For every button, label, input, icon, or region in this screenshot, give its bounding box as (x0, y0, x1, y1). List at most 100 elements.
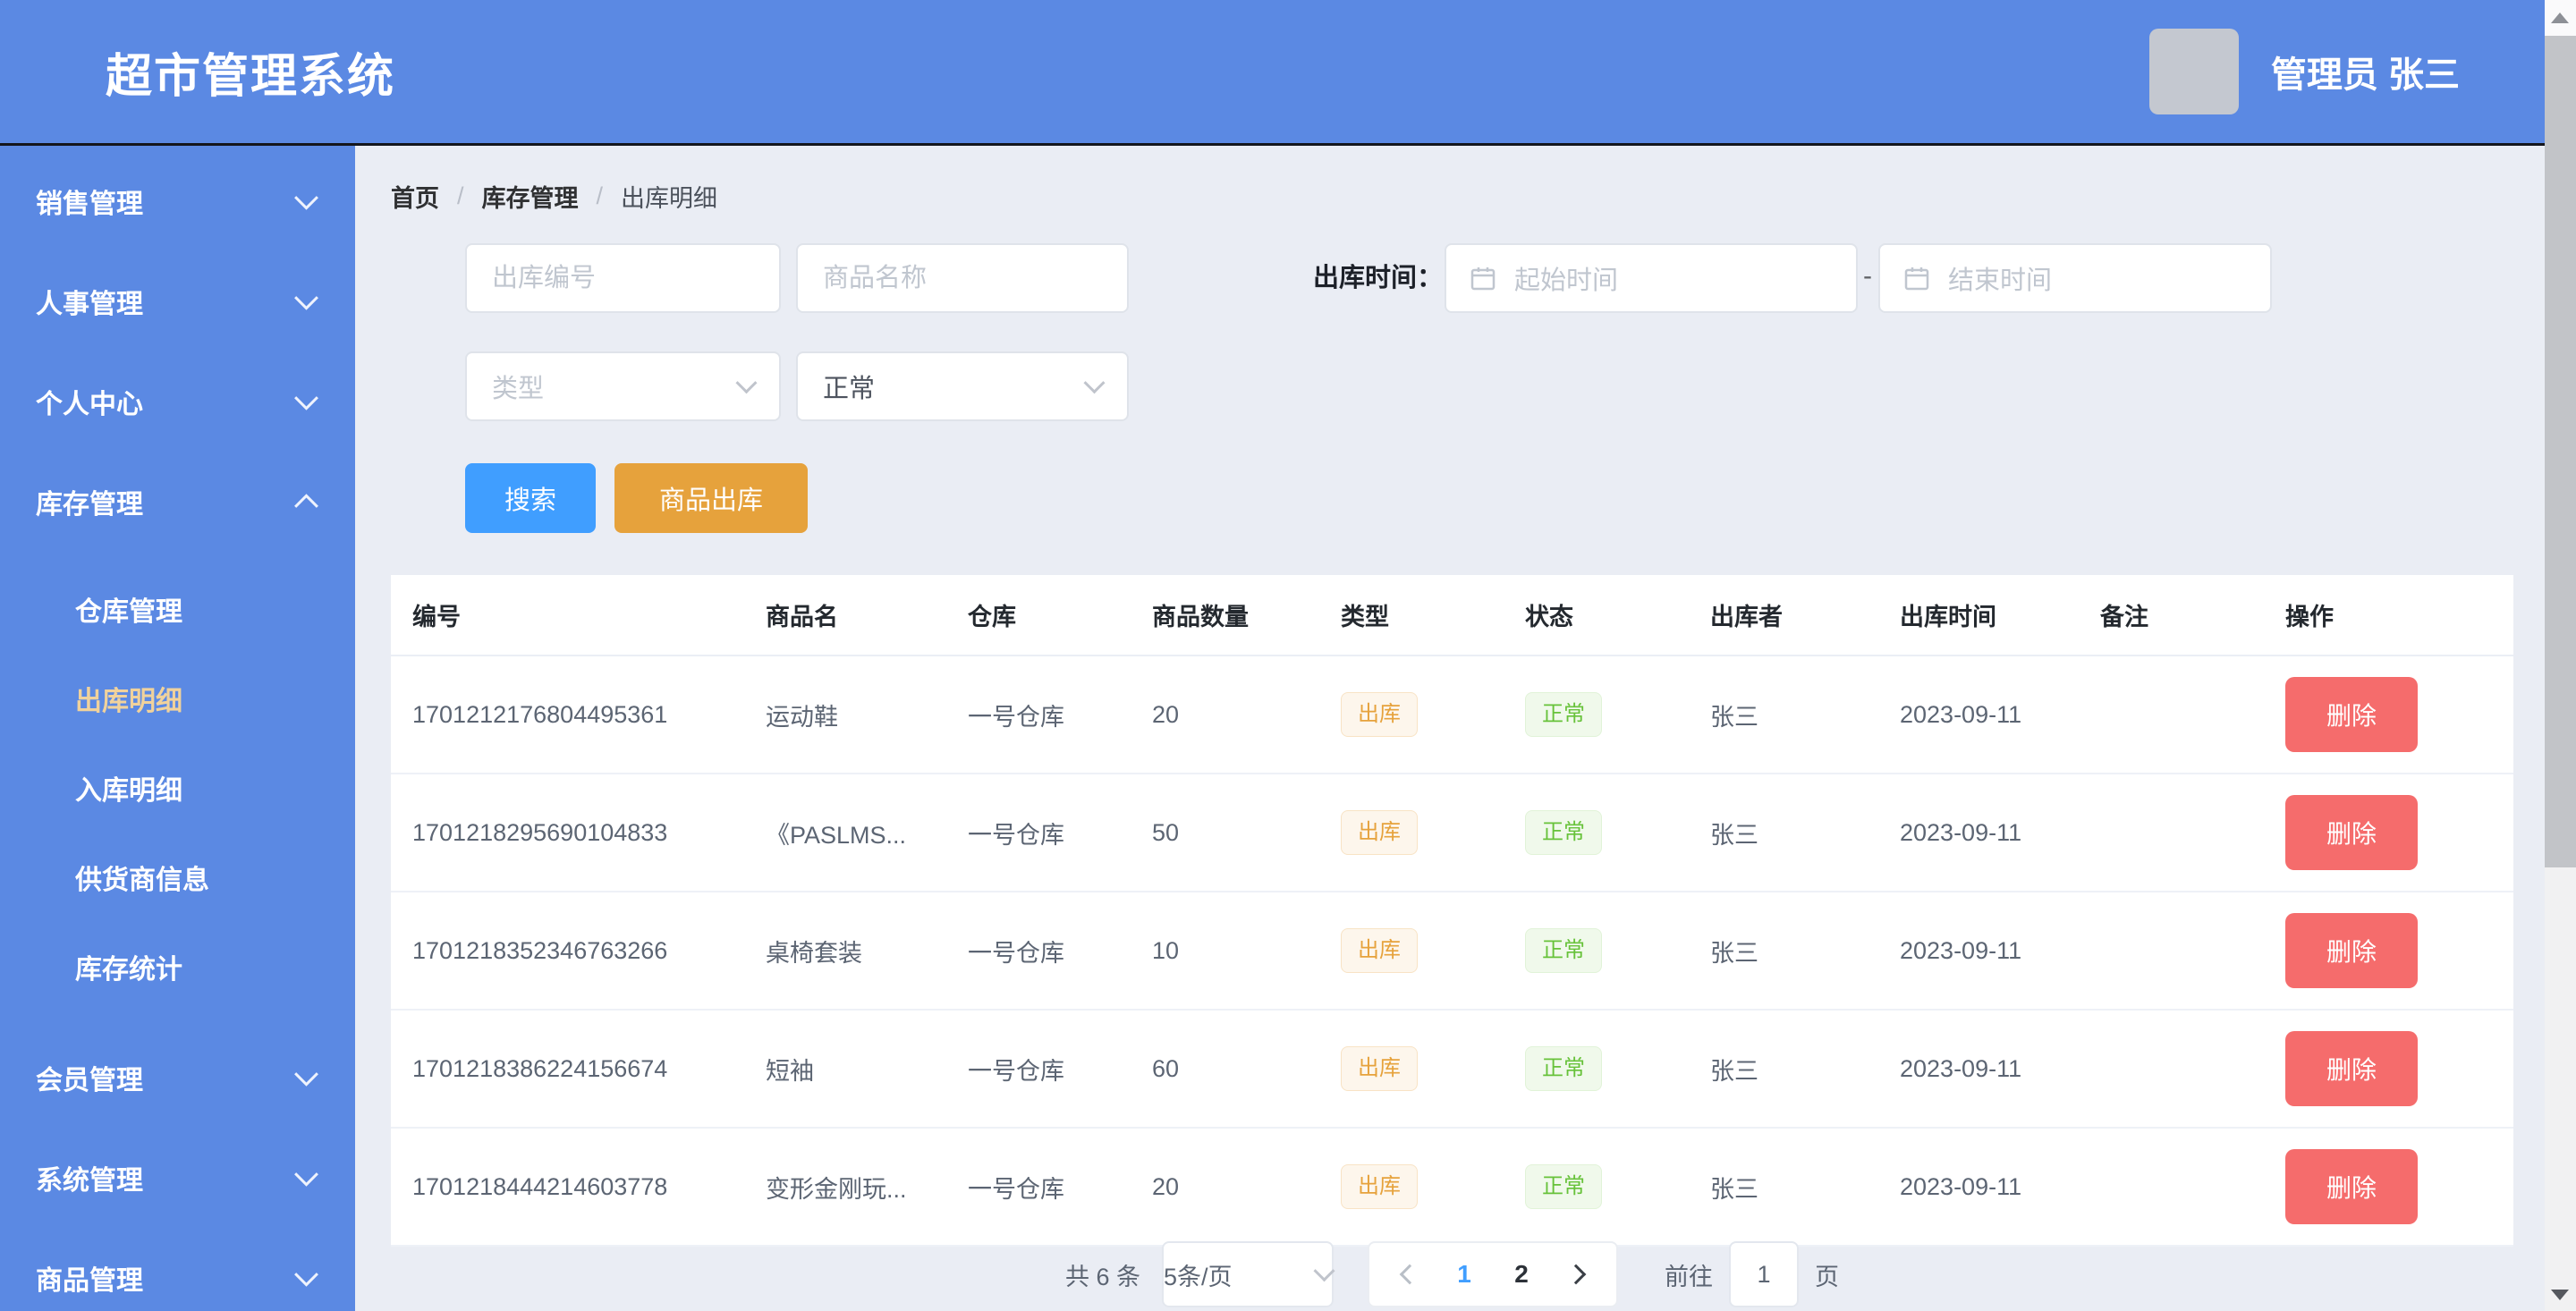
pagination-total: 共 6 条 (1064, 1263, 1141, 1290)
main-content: 首页 / 库存管理 / 出库明细 出库时间： 起始时间 - 结束时间 类型 正常 (355, 146, 2545, 1311)
status-select[interactable]: 正常 (796, 351, 1129, 421)
status-tag: 正常 (1525, 810, 1602, 855)
sidebar-item-1[interactable]: 人事管理 (0, 251, 355, 351)
status-tag: 正常 (1525, 692, 1602, 737)
cell-product: 桌椅套装 (766, 939, 862, 967)
page-size-select[interactable]: 5条/页 (1162, 1241, 1335, 1307)
page-number-1-current[interactable]: 1 (1436, 1260, 1493, 1289)
cell-time: 2023-09-11 (1900, 1172, 2022, 1200)
cell-product: 运动鞋 (766, 703, 838, 731)
column-header-6: 出库者 (1710, 604, 1783, 630)
sidebar: 销售管理 人事管理 个人中心 库存管理 仓库管理 出库明细 入库明细 供货商信息 库存统计 会员管… (0, 146, 355, 1311)
delete-button[interactable]: 删除 (2285, 913, 2418, 988)
chevron-left-icon (1399, 1264, 1420, 1285)
cell-status: 正常 (1504, 810, 1689, 855)
sidebar-subitem-1-active[interactable]: 出库明细 (0, 654, 355, 743)
delete-button[interactable]: 删除 (2285, 795, 2418, 870)
sidebar-item-label: 个人中心 (36, 390, 143, 419)
search-button[interactable]: 搜索 (465, 463, 596, 533)
type-tag: 出库 (1341, 928, 1418, 973)
cell-id: 1701218352346763266 (412, 936, 668, 964)
chevron-down-icon (294, 185, 318, 210)
sidebar-item-3[interactable]: 库存管理 (0, 452, 355, 552)
status-tag: 正常 (1525, 1046, 1602, 1091)
status-tag: 正常 (1525, 928, 1602, 973)
status-select-value: 正常 (823, 375, 876, 403)
column-header-8: 备注 (2100, 604, 2148, 630)
outbound-no-input[interactable] (465, 243, 781, 313)
chevron-down-icon (294, 1262, 318, 1287)
column-header-9: 操作 (2285, 604, 2334, 630)
goto-label: 前往 (1665, 1263, 1714, 1290)
page-scrollbar[interactable] (2545, 0, 2576, 1311)
sidebar-item-2[interactable]: 个人中心 (0, 351, 355, 452)
scrollbar-up-button[interactable] (2545, 0, 2576, 36)
cell-type: 出库 (1319, 1164, 1504, 1209)
app-header: 超市管理系统 管理员 张三 (0, 0, 2545, 146)
cell-actions: 删除 (2264, 1031, 2513, 1106)
avatar[interactable] (2148, 29, 2239, 114)
sidebar-subitem-0[interactable]: 仓库管理 (0, 564, 355, 654)
delete-button[interactable]: 删除 (2285, 1149, 2418, 1224)
cell-warehouse: 一号仓库 (968, 703, 1064, 731)
column-header-3: 商品数量 (1152, 604, 1249, 630)
pagination: 共 6 条 5条/页 12 前往 页 (391, 1239, 2513, 1309)
outbound-time-label: 出库时间： (1313, 264, 1444, 292)
page-size-value: 5条/页 (1164, 1263, 1233, 1290)
cell-type: 出库 (1319, 692, 1504, 737)
sidebar-item-5[interactable]: 系统管理 (0, 1128, 355, 1228)
cell-quantity: 20 (1152, 1172, 1180, 1200)
sidebar-item-label: 销售管理 (36, 190, 143, 219)
breadcrumb-inventory[interactable]: 库存管理 (482, 179, 579, 214)
type-select[interactable]: 类型 (465, 351, 781, 421)
cell-actions: 删除 (2264, 677, 2513, 752)
cell-time: 2023-09-11 (1900, 818, 2022, 846)
cell-operator: 张三 (1710, 703, 1758, 731)
calendar-icon (1904, 267, 1929, 291)
cell-status: 正常 (1504, 928, 1689, 973)
chevron-down-icon (735, 371, 758, 393)
sidebar-subitem-3[interactable]: 供货商信息 (0, 833, 355, 922)
product-name-input[interactable] (796, 243, 1129, 313)
breadcrumb-home[interactable]: 首页 (391, 179, 439, 214)
arrow-down-icon (2551, 1290, 2569, 1300)
chevron-down-icon (294, 385, 318, 410)
table-body: 1701212176804495361 运动鞋 一号仓库 20 出库 正常 张三 2023-0… (391, 656, 2513, 1247)
sidebar-subitem-4[interactable]: 库存统计 (0, 922, 355, 1011)
pager: 12 (1368, 1241, 1619, 1307)
cell-warehouse: 一号仓库 (968, 821, 1064, 849)
delete-button[interactable]: 删除 (2285, 677, 2418, 752)
breadcrumb-separator: / (596, 182, 604, 209)
end-time-placeholder: 结束时间 (1948, 266, 2053, 295)
sidebar-item-label: 库存管理 (36, 490, 143, 520)
start-time-picker[interactable]: 起始时间 (1445, 243, 1858, 313)
cell-time: 2023-09-11 (1900, 1054, 2022, 1082)
pager-numbers: 12 (1436, 1260, 1550, 1289)
cell-product: 短袖 (766, 1057, 814, 1085)
user-block[interactable]: 管理员 张三 (2148, 29, 2460, 114)
scrollbar-thumb[interactable] (2545, 36, 2576, 867)
sidebar-submenu: 仓库管理 出库明细 入库明细 供货商信息 库存统计 (0, 552, 355, 1028)
cell-operator: 张三 (1710, 1175, 1758, 1203)
sidebar-subitem-2[interactable]: 入库明细 (0, 743, 355, 833)
sidebar-item-0[interactable]: 销售管理 (0, 151, 355, 251)
type-select-placeholder: 类型 (492, 375, 545, 403)
goto-page-input[interactable] (1729, 1241, 1800, 1307)
prev-page-button[interactable] (1384, 1264, 1436, 1285)
sidebar-item-6[interactable]: 商品管理 (0, 1228, 355, 1311)
page-number-2[interactable]: 2 (1493, 1260, 1550, 1289)
goto-suffix: 页 (1815, 1263, 1840, 1290)
outbound-button[interactable]: 商品出库 (614, 463, 808, 533)
cell-actions: 删除 (2264, 795, 2513, 870)
cell-id: 1701212176804495361 (412, 700, 668, 728)
cell-quantity: 10 (1152, 936, 1180, 964)
chevron-down-icon (294, 1061, 318, 1087)
delete-button[interactable]: 删除 (2285, 1031, 2418, 1106)
next-page-button[interactable] (1550, 1264, 1602, 1285)
chevron-down-icon (294, 1162, 318, 1187)
end-time-picker[interactable]: 结束时间 (1878, 243, 2272, 313)
sidebar-item-4[interactable]: 会员管理 (0, 1028, 355, 1128)
start-time-placeholder: 起始时间 (1514, 266, 1619, 295)
outbound-table: 编号 商品名 仓库 商品数量 类型 状态 出库者 出库时间 备注 操作 1701212176804… (391, 575, 2513, 1247)
cell-status: 正常 (1504, 1046, 1689, 1091)
